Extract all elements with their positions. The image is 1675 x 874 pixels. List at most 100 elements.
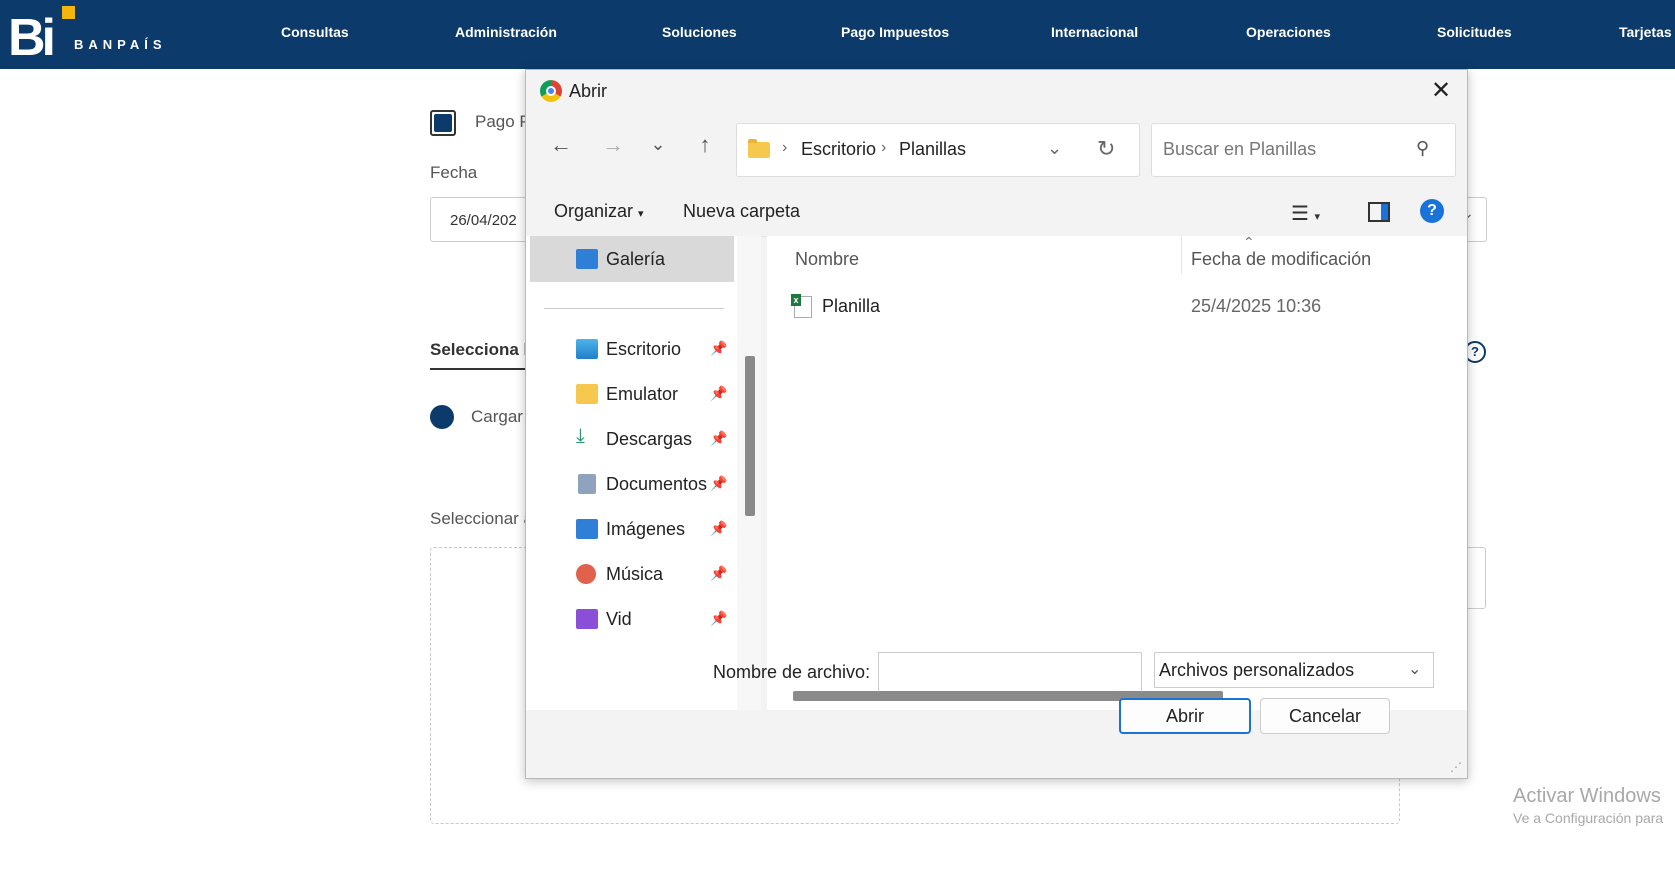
filetype-select[interactable]: Archivos personalizados ⌄ (1154, 652, 1434, 688)
download-icon: ⤓ (576, 425, 585, 447)
cargar-label: Cargar (471, 407, 523, 426)
column-header-name[interactable]: Nombre (795, 249, 859, 270)
top-nav-bar: Bi BANPAÍS Consultas Administración Solu… (0, 0, 1675, 69)
nav-internacional[interactable]: Internacional (1051, 24, 1138, 40)
pin-icon[interactable]: 📌 (710, 430, 727, 447)
organize-caret-icon: ▾ (638, 208, 644, 220)
excel-file-icon (791, 294, 812, 318)
new-folder-button[interactable]: Nueva carpeta (683, 201, 800, 222)
up-arrow-icon[interactable]: ↑ (690, 132, 720, 158)
address-dropdown-chevron-icon[interactable]: ⌄ (1047, 138, 1062, 159)
dialog-toolbar: Organizar ▾ Nueva carpeta ☰ ▾ ? (526, 188, 1467, 237)
open-file-dialog: Abrir ✕ ← → ⌄ ↑ › Escritorio › Planillas… (525, 69, 1468, 779)
search-input[interactable]: Buscar en Planillas ⚲ (1151, 123, 1456, 177)
filetype-value: Archivos personalizados (1159, 660, 1355, 680)
preview-pane-icon[interactable] (1368, 202, 1390, 222)
sidebar-item-label: Documentos (606, 474, 708, 494)
logo-accent-square (62, 6, 75, 19)
sidebar-divider (544, 308, 724, 309)
folder-icon (748, 139, 770, 158)
search-icon[interactable]: ⚲ (1416, 138, 1429, 159)
breadcrumb-escritorio[interactable]: Escritorio (801, 139, 876, 160)
pin-icon[interactable]: 📌 (710, 385, 727, 402)
forward-arrow-icon[interactable]: → (598, 132, 628, 158)
organize-button[interactable]: Organizar ▾ (554, 201, 644, 222)
chevron-down-icon: ⌄ (1408, 661, 1422, 678)
open-button[interactable]: Abrir (1119, 698, 1251, 734)
activate-windows-title: Activar Windows (1513, 785, 1661, 807)
refresh-icon[interactable]: ↻ (1097, 136, 1115, 162)
sidebar-item-descargas[interactable]: ⤓ Descargas 📌 (530, 416, 734, 462)
pago-label: Pago P (475, 112, 531, 131)
pin-icon[interactable]: 📌 (710, 340, 727, 357)
filename-label: Nombre de archivo: (713, 662, 871, 682)
breadcrumb-separator-icon: › (782, 139, 788, 156)
nav-operaciones[interactable]: Operaciones (1246, 24, 1331, 40)
documents-icon (578, 474, 596, 494)
address-bar[interactable]: › Escritorio › Planillas ⌄ ↻ (736, 123, 1140, 177)
sidebar-item-label: Vid (606, 609, 632, 629)
fecha-label: Fecha (430, 163, 478, 182)
sidebar-item-musica[interactable]: Música 📌 (530, 551, 734, 597)
sidebar-item-videos[interactable]: Vid 📌 (530, 596, 734, 642)
file-name: Planilla (822, 296, 881, 316)
sidebar-item-label: Imágenes (606, 519, 686, 539)
folder-icon (576, 384, 598, 404)
gallery-icon (576, 249, 598, 269)
column-divider[interactable] (1181, 236, 1182, 274)
breadcrumb-separator-icon: › (881, 139, 887, 156)
sidebar-item-documentos[interactable]: Documentos 📌 (530, 461, 734, 507)
navigation-pane: Galería Escritorio 📌 Emulator 📌 ⤓ Descar… (526, 236, 737, 710)
pin-icon[interactable]: 📌 (710, 610, 727, 627)
sidebar-scrollbar[interactable] (745, 356, 755, 516)
filename-input[interactable] (878, 652, 1142, 692)
chrome-icon (540, 80, 562, 102)
sidebar-item-label: Escritorio (606, 339, 682, 359)
selecciona-tab[interactable]: Selecciona l (430, 340, 528, 360)
sidebar-item-label: Galería (606, 249, 666, 269)
sidebar-item-emulator[interactable]: Emulator 📌 (530, 371, 734, 417)
pin-icon[interactable]: 📌 (710, 565, 727, 582)
organize-label: Organizar (554, 201, 634, 221)
dialog-titlebar[interactable]: Abrir ✕ (526, 70, 1467, 114)
cargar-radio[interactable] (430, 405, 454, 429)
column-header-modified[interactable]: Fecha de modificación (1191, 249, 1371, 270)
nav-consultas[interactable]: Consultas (281, 24, 349, 40)
nav-soluciones[interactable]: Soluciones (662, 24, 737, 40)
sidebar-item-imagenes[interactable]: Imágenes 📌 (530, 506, 734, 552)
desktop-icon (576, 339, 598, 359)
view-options-icon[interactable]: ☰ ▾ (1291, 201, 1320, 226)
dialog-title: Abrir (569, 81, 608, 101)
pago-checkbox[interactable] (430, 110, 456, 136)
sidebar-item-label: Música (606, 564, 664, 584)
sidebar-item-escritorio[interactable]: Escritorio 📌 (530, 326, 734, 372)
nav-administracion[interactable]: Administración (455, 24, 557, 40)
pin-icon[interactable]: 📌 (710, 520, 727, 537)
help-icon[interactable]: ? (1420, 199, 1444, 223)
music-icon (576, 564, 596, 584)
fecha-value: 26/04/202 (450, 212, 517, 229)
breadcrumb-planillas[interactable]: Planillas (899, 139, 966, 160)
file-modified: 25/4/2025 10:36 (1191, 296, 1322, 316)
banpais-logo[interactable]: Bi BANPAÍS (8, 6, 178, 66)
nav-solicitudes[interactable]: Solicitudes (1437, 24, 1512, 40)
logo-letters: Bi (8, 9, 56, 67)
nav-pago-impuestos[interactable]: Pago Impuestos (841, 24, 949, 40)
sidebar-item-label: Descargas (606, 429, 693, 449)
seleccionar-label: Seleccionar a (430, 509, 534, 528)
back-arrow-icon[interactable]: ← (546, 132, 576, 158)
file-list: ⌃ Nombre Fecha de modificación Planilla … (767, 234, 1467, 710)
recent-locations-chevron-icon[interactable]: ⌄ (643, 134, 673, 155)
videos-icon (576, 609, 598, 629)
nav-tarjetas[interactable]: Tarjetas (1619, 24, 1672, 40)
pictures-icon (576, 519, 598, 539)
sidebar-item-galeria[interactable]: Galería (530, 236, 734, 282)
resize-grip-icon[interactable]: ⋰ (1450, 760, 1462, 774)
activate-windows-subtitle: Ve a Configuración para (1513, 810, 1664, 826)
pin-icon[interactable]: 📌 (710, 475, 727, 492)
sidebar-item-label: Emulator (606, 384, 679, 404)
search-placeholder: Buscar en Planillas (1163, 139, 1317, 159)
logo-name: BANPAÍS (74, 37, 167, 52)
cancel-button[interactable]: Cancelar (1260, 698, 1390, 734)
close-button[interactable]: ✕ (1424, 74, 1458, 108)
